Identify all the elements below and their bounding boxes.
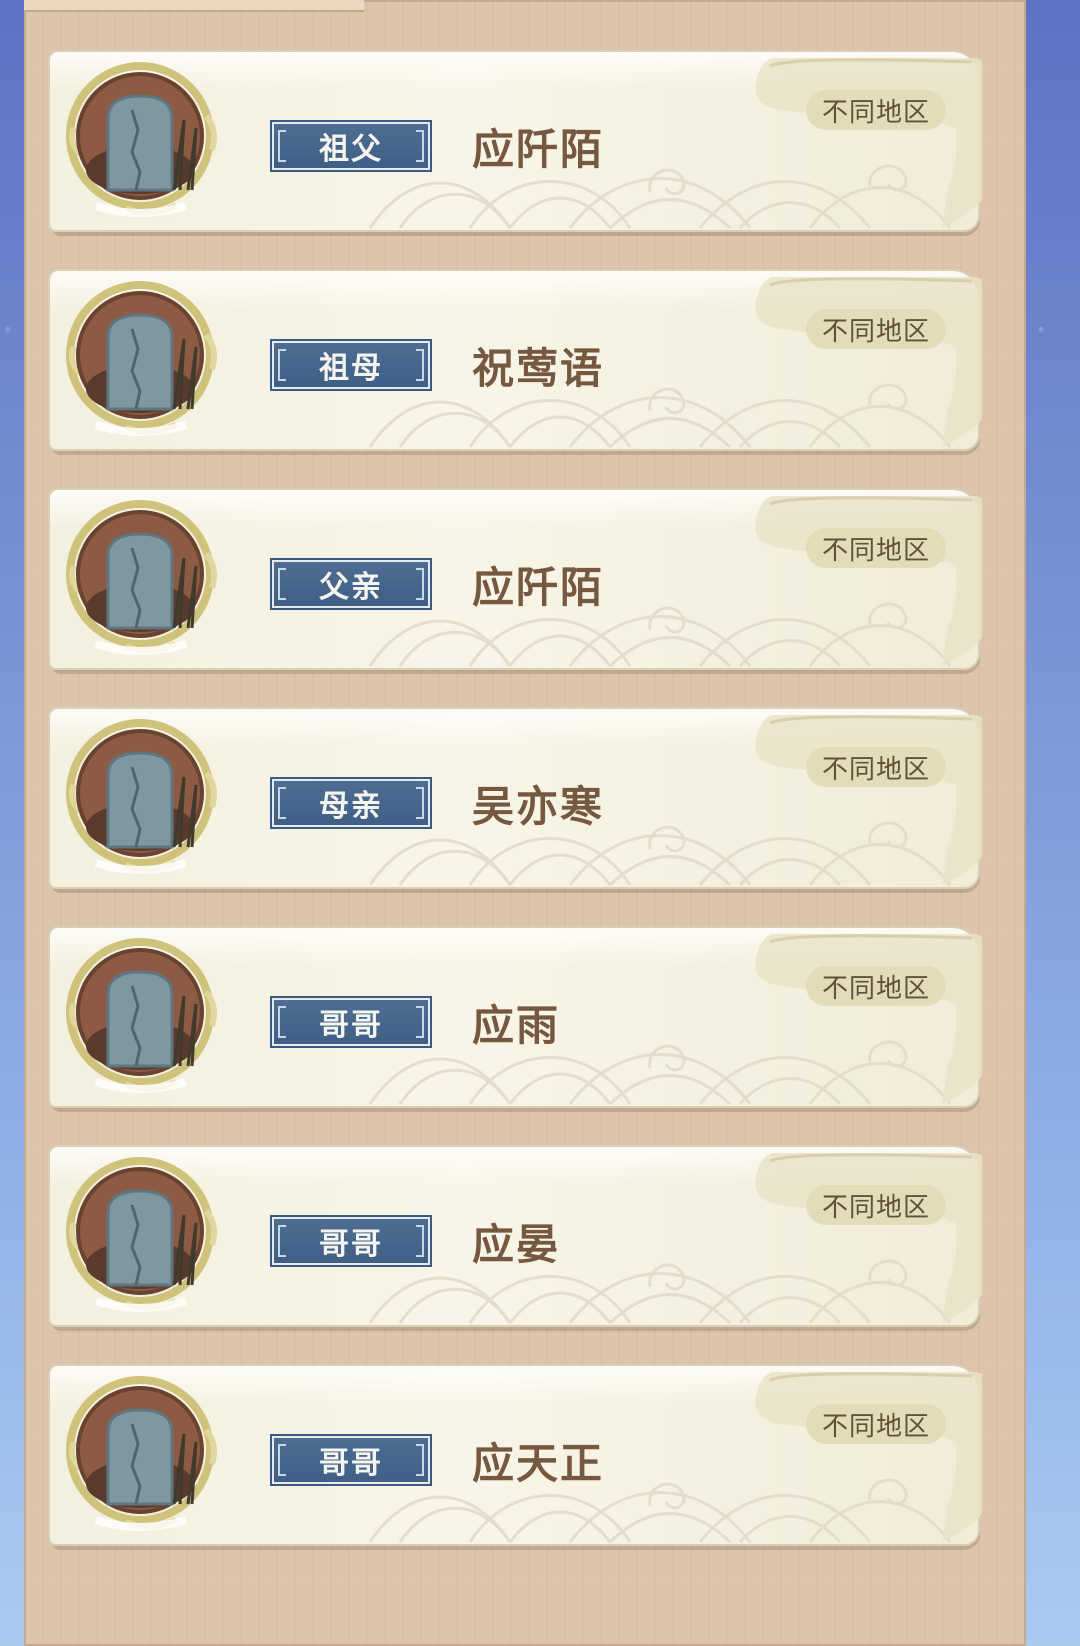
relation-label: 哥哥 bbox=[272, 1436, 430, 1484]
paper-curl-icon bbox=[755, 1153, 982, 1323]
background-right bbox=[1024, 0, 1080, 1646]
member-name: 应晏 bbox=[472, 1219, 561, 1269]
tombstone-avatar-icon bbox=[66, 62, 217, 217]
family-member-card[interactable]: 哥哥 应雨 不同地区 bbox=[48, 926, 982, 1112]
relation-label: 母亲 bbox=[272, 779, 430, 827]
tombstone-avatar-icon bbox=[66, 1376, 217, 1531]
member-name: 应天正 bbox=[472, 1438, 605, 1488]
paper-curl-icon bbox=[755, 58, 982, 228]
paper-curl-icon bbox=[755, 496, 982, 666]
region-badge: 不同地区 bbox=[806, 90, 946, 130]
family-member-card[interactable]: 母亲 吴亦寒 不同地区 bbox=[48, 707, 982, 893]
family-member-card[interactable]: 父亲 应阡陌 不同地区 bbox=[48, 488, 982, 674]
tombstone-avatar-icon bbox=[66, 500, 217, 655]
tombstone-avatar-icon bbox=[66, 938, 217, 1093]
member-name: 应阡陌 bbox=[472, 124, 605, 174]
member-name: 应阡陌 bbox=[472, 562, 605, 612]
tombstone-avatar-icon bbox=[66, 281, 217, 436]
region-badge: 不同地区 bbox=[806, 1404, 946, 1444]
member-name: 应雨 bbox=[472, 1000, 561, 1050]
panel-top-edge bbox=[24, 0, 364, 12]
family-member-card[interactable]: 祖母 祝莺语 不同地区 bbox=[48, 269, 982, 455]
region-badge: 不同地区 bbox=[806, 747, 946, 787]
member-name: 祝莺语 bbox=[472, 343, 605, 393]
relation-label: 祖母 bbox=[272, 341, 430, 389]
member-name: 吴亦寒 bbox=[472, 781, 605, 831]
tombstone-avatar-icon bbox=[66, 1157, 217, 1312]
family-member-card[interactable]: 哥哥 应晏 不同地区 bbox=[48, 1145, 982, 1331]
region-badge: 不同地区 bbox=[806, 1185, 946, 1225]
family-member-card[interactable]: 祖父 应阡陌 不同地区 bbox=[48, 50, 982, 236]
background-left bbox=[0, 0, 26, 1646]
paper-curl-icon bbox=[755, 934, 982, 1104]
region-badge: 不同地区 bbox=[806, 309, 946, 349]
region-badge: 不同地区 bbox=[806, 528, 946, 568]
relation-label: 祖父 bbox=[272, 122, 430, 170]
relation-label: 父亲 bbox=[272, 560, 430, 608]
relation-label: 哥哥 bbox=[272, 1217, 430, 1265]
paper-curl-icon bbox=[755, 1372, 982, 1542]
family-member-card[interactable]: 哥哥 应天正 不同地区 bbox=[48, 1364, 982, 1550]
region-badge: 不同地区 bbox=[806, 966, 946, 1006]
paper-curl-icon bbox=[755, 715, 982, 885]
paper-curl-icon bbox=[755, 277, 982, 447]
relation-label: 哥哥 bbox=[272, 998, 430, 1046]
tombstone-avatar-icon bbox=[66, 719, 217, 874]
